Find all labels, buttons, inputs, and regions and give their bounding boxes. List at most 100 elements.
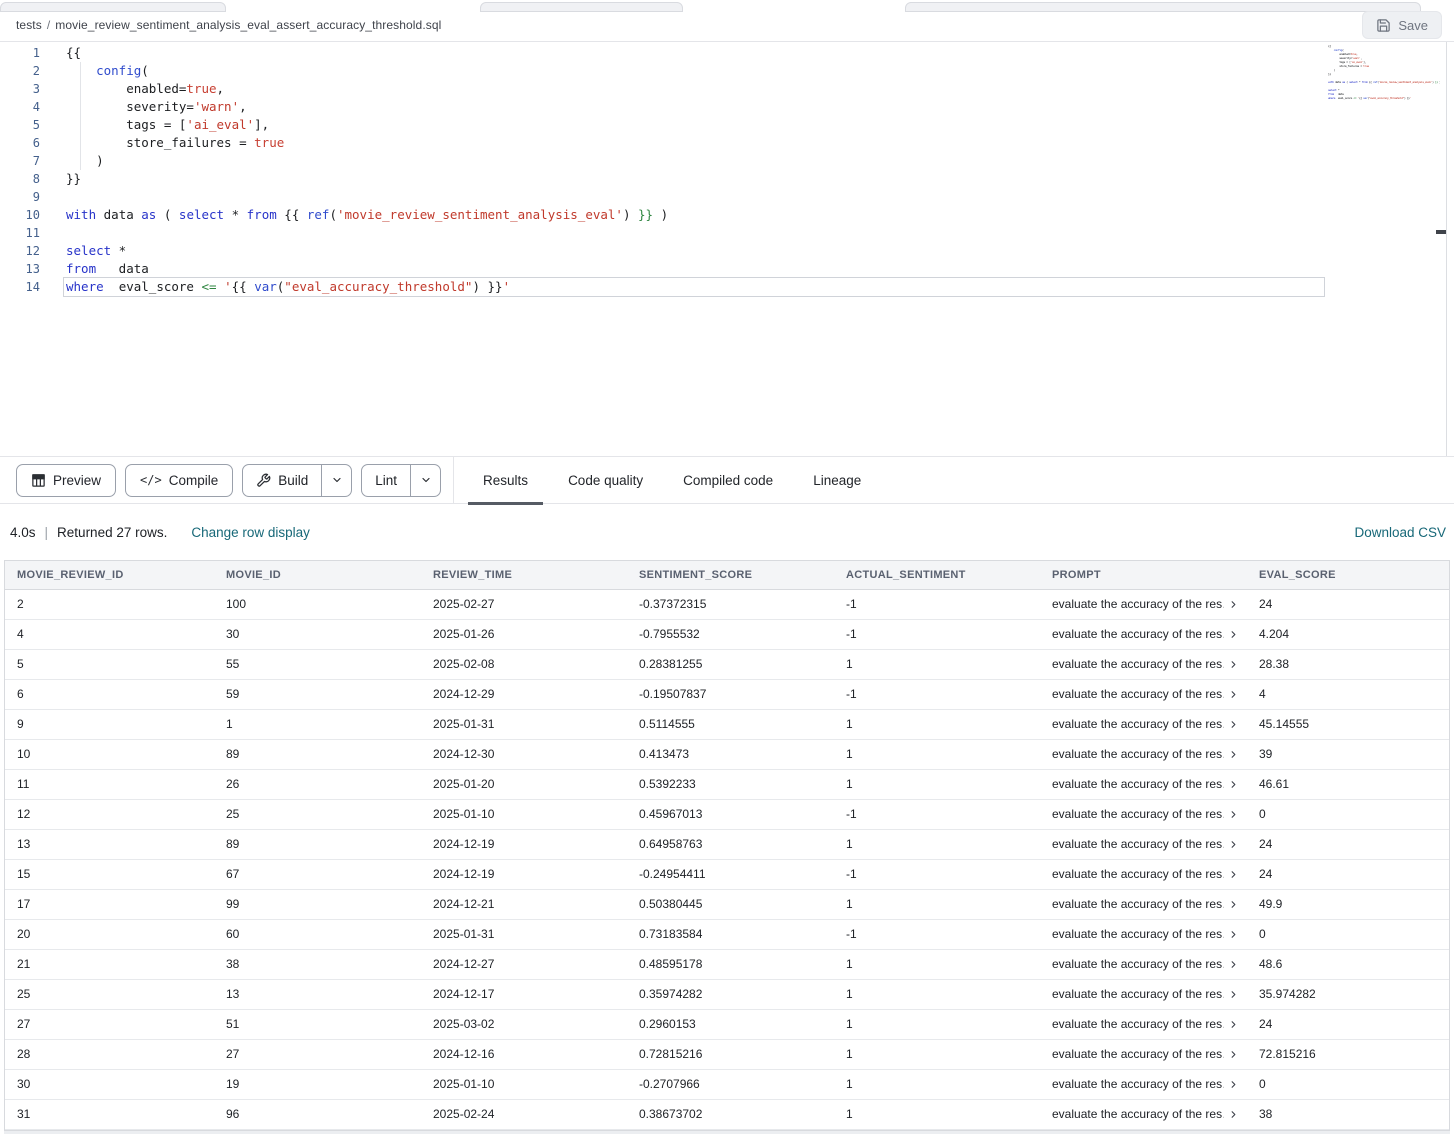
table-row[interactable]: 5552025-02-080.283812551evaluate the acc…: [5, 649, 1449, 679]
lint-button-label: Lint: [375, 473, 397, 488]
column-header[interactable]: REVIEW_TIME: [421, 561, 627, 589]
expand-cell-chevron-icon[interactable]: [1228, 1049, 1239, 1060]
code-line[interactable]: 9: [0, 188, 1454, 206]
expand-cell-chevron-icon[interactable]: [1228, 1109, 1239, 1120]
table-row[interactable]: 6592024-12-29-0.19507837-1evaluate the a…: [5, 679, 1449, 709]
tab-results[interactable]: Results: [468, 456, 543, 504]
prompt-preview-text: evaluate the accuracy of the res…: [1052, 837, 1224, 851]
prompt-cell: evaluate the accuracy of the res…: [1040, 949, 1247, 979]
code-line[interactable]: 6 store_failures = true: [0, 134, 1454, 152]
table-row[interactable]: 17992024-12-210.503804451evaluate the ac…: [5, 889, 1449, 919]
change-row-display-link[interactable]: Change row display: [191, 525, 310, 540]
cell: 25: [214, 799, 421, 829]
code-line[interactable]: 10with data as ( select * from {{ ref('m…: [0, 206, 1454, 224]
expand-cell-chevron-icon[interactable]: [1228, 839, 1239, 850]
expand-cell-chevron-icon[interactable]: [1228, 749, 1239, 760]
line-number: 1: [0, 44, 40, 62]
cell: 2025-01-10: [421, 799, 627, 829]
build-button[interactable]: Build: [243, 465, 322, 496]
expand-cell-chevron-icon[interactable]: [1228, 689, 1239, 700]
breadcrumb-folder[interactable]: tests: [16, 18, 42, 32]
expand-cell-chevron-icon[interactable]: [1228, 809, 1239, 820]
cell: 10: [5, 739, 214, 769]
minimap-line: where eval_score <= '{{ var("eval_accura…: [1328, 96, 1440, 100]
expand-cell-chevron-icon[interactable]: [1228, 989, 1239, 1000]
breadcrumb-filename: movie_review_sentiment_analysis_eval_ass…: [55, 18, 441, 32]
code-line[interactable]: 1{{: [0, 44, 1454, 62]
build-dropdown-caret[interactable]: [322, 465, 351, 496]
cell: 0.2960153: [627, 1009, 834, 1039]
editor-minimap[interactable]: {{ config( enabled=true, severity='warn'…: [1328, 44, 1440, 100]
table-row[interactable]: 31962025-02-240.386737021evaluate the ac…: [5, 1099, 1449, 1129]
prompt-cell: evaluate the accuracy of the res…: [1040, 1039, 1247, 1069]
lint-button[interactable]: Lint: [362, 465, 411, 496]
table-row[interactable]: 912025-01-310.51145551evaluate the accur…: [5, 709, 1449, 739]
preview-button[interactable]: Preview: [16, 464, 116, 497]
cell: 0.50380445: [627, 889, 834, 919]
compile-button-label: Compile: [169, 473, 219, 488]
code-line[interactable]: 14where eval_score <= '{{ var("eval_accu…: [0, 278, 1454, 296]
code-line[interactable]: 11: [0, 224, 1454, 242]
table-row[interactable]: 25132024-12-170.359742821evaluate the ac…: [5, 979, 1449, 1009]
expand-cell-chevron-icon[interactable]: [1228, 869, 1239, 880]
code-line[interactable]: 12select *: [0, 242, 1454, 260]
expand-cell-chevron-icon[interactable]: [1228, 1019, 1239, 1030]
column-header[interactable]: PROMPT: [1040, 561, 1247, 589]
compile-button[interactable]: </> Compile: [125, 464, 233, 497]
code-line[interactable]: 4 severity='warn',: [0, 98, 1454, 116]
expand-cell-chevron-icon[interactable]: [1228, 959, 1239, 970]
table-row[interactable]: 11262025-01-200.53922331evaluate the acc…: [5, 769, 1449, 799]
cell: 2025-01-20: [421, 769, 627, 799]
column-header[interactable]: EVAL_SCORE: [1247, 561, 1449, 589]
column-header[interactable]: ACTUAL_SENTIMENT: [834, 561, 1040, 589]
table-row[interactable]: 10892024-12-300.4134731evaluate the accu…: [5, 739, 1449, 769]
expand-cell-chevron-icon[interactable]: [1228, 719, 1239, 730]
table-row[interactable]: 30192025-01-10-0.27079661evaluate the ac…: [5, 1069, 1449, 1099]
horizontal-scrollbar-track[interactable]: [4, 1130, 1450, 1134]
code-line[interactable]: 13from data: [0, 260, 1454, 278]
code-line[interactable]: 8}}: [0, 170, 1454, 188]
expand-cell-chevron-icon[interactable]: [1228, 929, 1239, 940]
tab-code-quality[interactable]: Code quality: [553, 456, 658, 504]
overview-ruler-cursor-mark: [1436, 230, 1446, 234]
minimap-line: with data as ( select * from {{ ref('mov…: [1328, 80, 1440, 84]
table-row[interactable]: 20602025-01-310.73183584-1evaluate the a…: [5, 919, 1449, 949]
expand-cell-chevron-icon[interactable]: [1228, 779, 1239, 790]
code-line[interactable]: 5 tags = ['ai_eval'],: [0, 116, 1454, 134]
tab-compiled-code[interactable]: Compiled code: [668, 456, 788, 504]
code-line-content: enabled=true,: [66, 80, 224, 98]
table-row[interactable]: 21382024-12-270.485951781evaluate the ac…: [5, 949, 1449, 979]
code-line[interactable]: 3 enabled=true,: [0, 80, 1454, 98]
table-row[interactable]: 15672024-12-19-0.24954411-1evaluate the …: [5, 859, 1449, 889]
cell: 1: [834, 1009, 1040, 1039]
download-csv-link[interactable]: Download CSV: [1354, 525, 1446, 540]
table-row[interactable]: 12252025-01-100.45967013-1evaluate the a…: [5, 799, 1449, 829]
expand-cell-chevron-icon[interactable]: [1228, 599, 1239, 610]
status-bar: 4.0s | Returned 27 rows. Change row disp…: [0, 504, 1454, 560]
expand-cell-chevron-icon[interactable]: [1228, 1079, 1239, 1090]
table-row[interactable]: 27512025-03-020.29601531evaluate the acc…: [5, 1009, 1449, 1039]
table-row[interactable]: 28272024-12-160.728152161evaluate the ac…: [5, 1039, 1449, 1069]
cell: 1: [834, 1069, 1040, 1099]
cell: 67: [214, 859, 421, 889]
expand-cell-chevron-icon[interactable]: [1228, 629, 1239, 640]
table-row[interactable]: 4302025-01-26-0.7955532-1evaluate the ac…: [5, 619, 1449, 649]
line-number: 14: [0, 278, 40, 296]
code-line[interactable]: 7 ): [0, 152, 1454, 170]
expand-cell-chevron-icon[interactable]: [1228, 659, 1239, 670]
table-row[interactable]: 13892024-12-190.649587631evaluate the ac…: [5, 829, 1449, 859]
column-header[interactable]: MOVIE_ID: [214, 561, 421, 589]
column-header[interactable]: MOVIE_REVIEW_ID: [5, 561, 214, 589]
code-line-content: }}: [66, 170, 81, 188]
table-row[interactable]: 21002025-02-27-0.37372315-1evaluate the …: [5, 589, 1449, 619]
lint-dropdown-caret[interactable]: [411, 465, 440, 496]
column-header[interactable]: SENTIMENT_SCORE: [627, 561, 834, 589]
save-button[interactable]: Save: [1362, 11, 1442, 39]
code-editor[interactable]: 1{{2 config(3 enabled=true,4 severity='w…: [0, 42, 1454, 456]
expand-cell-chevron-icon[interactable]: [1228, 899, 1239, 910]
editor-scrollbar[interactable]: [1446, 42, 1447, 456]
code-line-content: config(: [66, 62, 149, 80]
results-tab-bar: ResultsCode qualityCompiled codeLineage: [468, 456, 886, 504]
code-line[interactable]: 2 config(: [0, 62, 1454, 80]
tab-lineage[interactable]: Lineage: [798, 456, 876, 504]
